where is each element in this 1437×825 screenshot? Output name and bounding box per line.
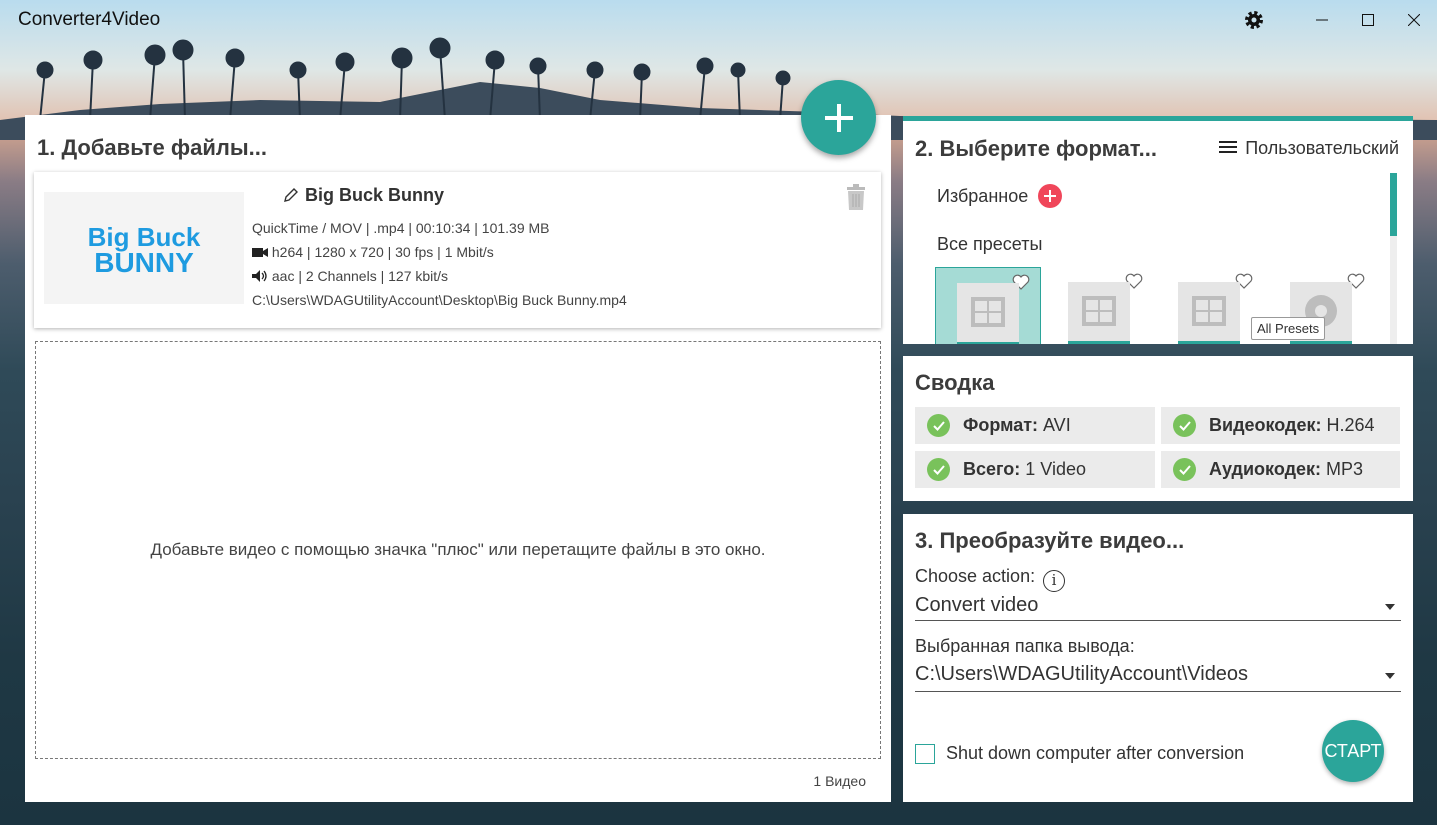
shutdown-checkbox[interactable] bbox=[915, 744, 935, 764]
add-favorite-icon[interactable] bbox=[1038, 184, 1063, 208]
preset-item[interactable] bbox=[1047, 267, 1153, 344]
summary-audio-codec: Аудиокодек: MP3 bbox=[1161, 451, 1400, 488]
summary-video-codec: Видеокодек: H.264 bbox=[1161, 407, 1400, 444]
summary-video-codec-value: H.264 bbox=[1326, 415, 1375, 435]
thumbnail-text-line2: BUNNY bbox=[94, 247, 194, 278]
action-label: Choose action: bbox=[915, 566, 1036, 586]
dropdown-arrow-icon bbox=[1385, 673, 1395, 679]
summary-video-codec-label: Видеокодек: bbox=[1209, 415, 1322, 435]
preset-underline bbox=[957, 342, 1019, 344]
check-icon bbox=[927, 458, 950, 481]
camera-icon bbox=[252, 244, 268, 260]
add-files-title: 1. Добавьте файлы... bbox=[37, 135, 268, 160]
video-info-text: h264 | 1280 x 720 | 30 fps | 1 Mbit/s bbox=[271, 244, 494, 260]
dropzone-text: Добавьте видео с помощью значка "плюс" и… bbox=[150, 540, 766, 559]
custom-menu-button[interactable]: Пользовательский bbox=[1219, 138, 1399, 159]
add-file-button[interactable] bbox=[801, 80, 876, 155]
pencil-icon[interactable] bbox=[283, 187, 299, 208]
speaker-icon bbox=[252, 268, 268, 284]
action-select-value: Convert video bbox=[915, 594, 1039, 616]
check-icon bbox=[1173, 414, 1196, 437]
all-presets-row[interactable]: Все пресеты bbox=[937, 234, 1042, 255]
output-folder-value: C:\Users\WDAGUtilityAccount\Videos bbox=[915, 663, 1249, 685]
favorites-row[interactable]: Избранное bbox=[937, 184, 1063, 208]
action-select[interactable]: Convert video bbox=[915, 594, 1401, 621]
close-icon[interactable] bbox=[1391, 0, 1437, 40]
file-container-info: QuickTime / MOV | .mp4 | 00:10:34 | 101.… bbox=[252, 220, 550, 236]
shutdown-label[interactable]: Shut down computer after conversion bbox=[946, 743, 1244, 764]
info-icon[interactable]: i bbox=[1043, 570, 1066, 592]
file-path: C:\Users\WDAGUtilityAccount\Desktop\Big … bbox=[252, 292, 627, 308]
file-name-text: Big Buck Bunny bbox=[305, 185, 445, 205]
check-icon bbox=[927, 414, 950, 437]
app-title: Converter4Video bbox=[18, 9, 161, 30]
plus-icon bbox=[824, 103, 853, 132]
summary-format: Формат: AVI bbox=[915, 407, 1155, 444]
minimize-icon[interactable] bbox=[1299, 0, 1345, 40]
preset-item[interactable] bbox=[1157, 267, 1263, 344]
start-button[interactable]: СТАРТ bbox=[1322, 720, 1384, 782]
video-thumbnail: Big Buck BUNNY bbox=[44, 192, 244, 304]
summary-total: Всего: 1 Video bbox=[915, 451, 1155, 488]
summary-format-label: Формат: bbox=[963, 415, 1039, 435]
maximize-icon[interactable] bbox=[1345, 0, 1391, 40]
panel-accent-bar bbox=[903, 116, 1413, 121]
check-icon bbox=[1173, 458, 1196, 481]
summary-title: Сводка bbox=[915, 370, 995, 395]
audio-info-text: aac | 2 Channels | 127 kbit/s bbox=[271, 268, 449, 284]
format-title: 2. Выберите формат... bbox=[915, 136, 1157, 161]
scrollbar-thumb[interactable] bbox=[1390, 173, 1397, 236]
dropzone[interactable]: Добавьте видео с помощью значка "плюс" и… bbox=[35, 341, 881, 759]
action-label-row: Choose action: i bbox=[915, 566, 1066, 592]
output-folder-label: Выбранная папка вывода: bbox=[915, 636, 1135, 656]
gear-icon[interactable] bbox=[1243, 9, 1265, 31]
format-panel: 2. Выберите формат... Пользовательский И… bbox=[903, 116, 1413, 344]
trash-icon[interactable] bbox=[845, 184, 867, 215]
tooltip: All Presets bbox=[1251, 317, 1326, 340]
summary-format-value: AVI bbox=[1043, 415, 1071, 435]
custom-menu-label: Пользовательский bbox=[1245, 138, 1399, 158]
convert-panel: 3. Преобразуйте видео... Choose action: i… bbox=[903, 514, 1413, 802]
dropdown-arrow-icon bbox=[1385, 604, 1395, 610]
summary-audio-codec-label: Аудиокодек: bbox=[1209, 459, 1322, 479]
summary-total-value: 1 Video bbox=[1025, 459, 1087, 479]
film-icon bbox=[1068, 282, 1130, 344]
file-name[interactable]: Big Buck Bunny bbox=[283, 185, 444, 208]
favorites-label: Избранное bbox=[937, 185, 1029, 206]
window-controls bbox=[1299, 0, 1437, 40]
preset-underline bbox=[1178, 341, 1240, 344]
add-files-panel: 1. Добавьте файлы... Big Buck BUNNY Big … bbox=[25, 115, 891, 802]
menu-icon bbox=[1219, 138, 1238, 159]
summary-panel: Сводка Формат: AVI Видеокодек: H.264 Все… bbox=[903, 356, 1413, 501]
file-count: 1 Видео bbox=[813, 773, 866, 789]
file-video-info: h264 | 1280 x 720 | 30 fps | 1 Mbit/s bbox=[252, 244, 494, 260]
summary-total-label: Всего: bbox=[963, 459, 1021, 479]
file-card[interactable]: Big Buck BUNNY Big Buck Bunny QuickTime … bbox=[34, 172, 881, 328]
film-icon bbox=[1178, 282, 1240, 344]
summary-audio-codec-value: MP3 bbox=[1326, 459, 1364, 479]
preset-underline bbox=[1290, 341, 1352, 344]
file-audio-info: aac | 2 Channels | 127 kbit/s bbox=[252, 268, 448, 284]
film-icon bbox=[957, 283, 1019, 344]
title-bar: Converter4Video bbox=[0, 0, 1437, 40]
convert-title: 3. Преобразуйте видео... bbox=[915, 528, 1185, 553]
preset-underline bbox=[1068, 341, 1130, 344]
output-folder-select[interactable]: C:\Users\WDAGUtilityAccount\Videos bbox=[915, 663, 1401, 692]
preset-item[interactable] bbox=[935, 267, 1041, 344]
